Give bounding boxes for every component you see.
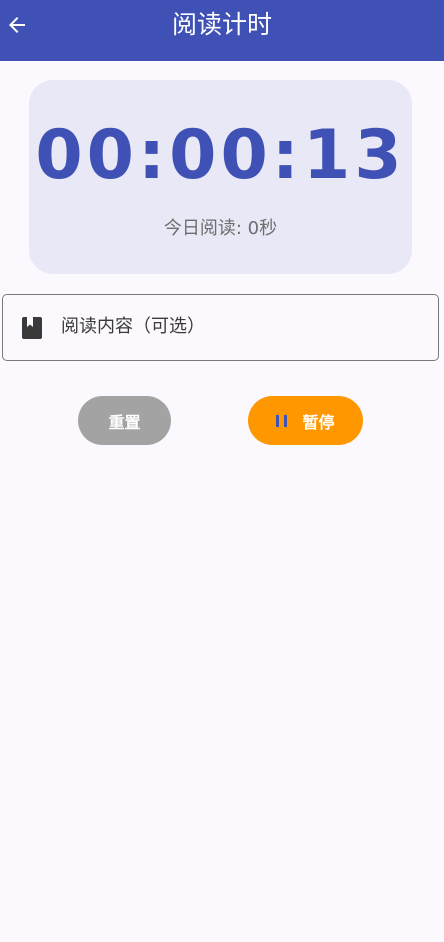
reset-button[interactable]: 重置 [78, 396, 171, 445]
reading-content-input[interactable]: 阅读内容（可选） [2, 294, 439, 361]
reset-button-label: 重置 [108, 412, 141, 432]
pause-button[interactable]: 暂停 [248, 396, 363, 445]
today-reading-label: 今日阅读: 0秒 [163, 218, 278, 239]
reading-content-placeholder: 阅读内容（可选） [61, 316, 205, 337]
timer-card: 00:00:13 今日阅读: 0秒 [29, 80, 412, 274]
page-title: 阅读计时 [171, 10, 272, 39]
app-bar: 阅读计时 [0, 0, 444, 61]
book-icon [22, 317, 42, 339]
timer-display: 00:00:13 [35, 116, 406, 195]
pause-button-label: 暂停 [302, 412, 335, 432]
pause-icon [276, 414, 288, 427]
